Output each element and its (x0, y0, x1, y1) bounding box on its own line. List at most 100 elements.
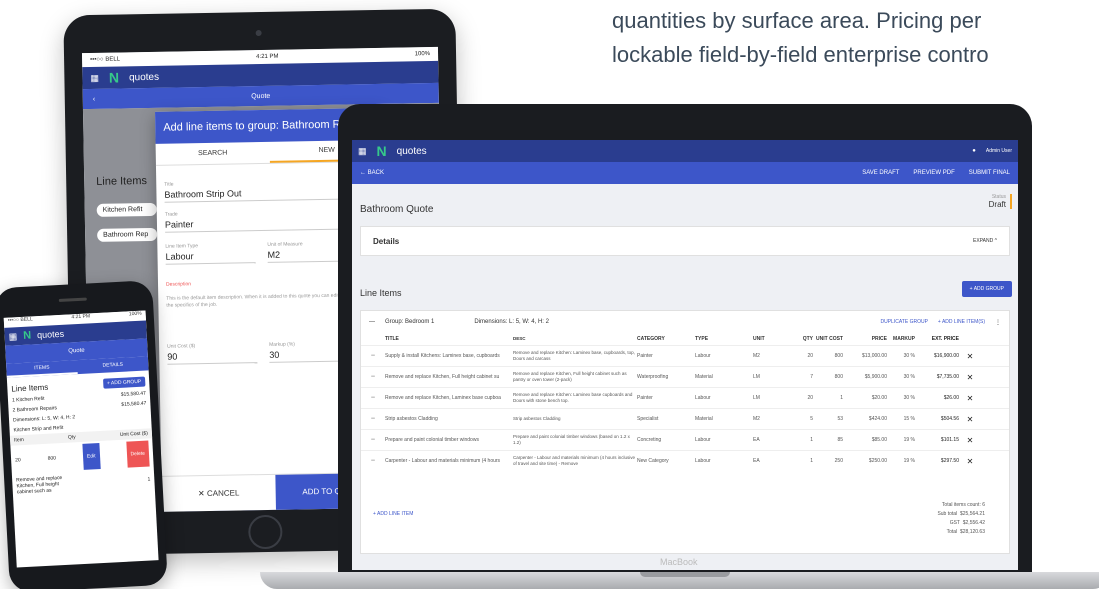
delete-row-icon[interactable]: ✕ (959, 394, 981, 403)
table-row[interactable]: ═ Prepare and paint colonial timber windo… (361, 429, 1009, 450)
phone-cost-value[interactable]: 800 (48, 455, 57, 461)
delete-row-icon[interactable]: ✕ (959, 373, 981, 382)
drag-handle-icon[interactable]: ═ (361, 353, 385, 359)
col-type[interactable]: TYPE (695, 336, 753, 342)
cell-markup[interactable]: 30 % (887, 374, 915, 380)
cell-qty[interactable]: 20 (781, 395, 813, 401)
cell-price: $250.00 (868, 458, 887, 464)
cell-qty[interactable]: 20 (781, 353, 813, 359)
add-line-item-button[interactable]: + ADD LINE ITEM (373, 511, 413, 517)
cell-markup[interactable]: 30 % (887, 395, 915, 401)
drag-handle-icon[interactable]: ═ (361, 374, 385, 380)
add-group-button[interactable]: + ADD GROUP (961, 281, 1012, 297)
grid-menu-icon[interactable]: ▦ (90, 72, 99, 83)
cell-title: Carpenter - Labour and materials minimum… (385, 458, 501, 464)
app-logo-icon: N (108, 69, 120, 86)
col-unit[interactable]: UNIT (753, 336, 781, 342)
cell-title: Supply & install Kitchens: Laminex base,… (385, 353, 500, 359)
cell-desc: Prepare and paint colonial timber window… (513, 434, 630, 445)
avatar[interactable]: ● (972, 148, 976, 154)
phone-add-group-button[interactable]: + ADD GROUP (102, 376, 146, 389)
col-desc[interactable]: DESC (513, 336, 637, 342)
cell-type: Material (695, 416, 713, 422)
unit-cost-field[interactable]: 90 (167, 350, 258, 365)
tab-search[interactable]: SEARCH (156, 142, 270, 165)
cell-qty[interactable]: 1 (781, 458, 813, 464)
cell-ext-price: $101.15 (940, 437, 959, 443)
cell-markup[interactable]: 15 % (887, 416, 915, 422)
duplicate-group-button[interactable]: DUPLICATE GROUP (880, 319, 927, 325)
grid-menu-icon[interactable]: ▦ (358, 146, 367, 157)
cell-unit-cost[interactable]: 800 (813, 374, 843, 380)
cell-markup[interactable]: 30 % (887, 353, 915, 359)
cell-unit: LM (753, 374, 760, 380)
back-chevron-icon[interactable]: ‹ (93, 95, 95, 102)
trade-field[interactable]: Painter (164, 216, 366, 233)
drag-handle-icon[interactable]: ═ (361, 458, 385, 464)
user-name[interactable]: Admin User (986, 148, 1012, 154)
table-row[interactable]: ═ Strip asbestos Cladding Strip asbestos C… (361, 408, 1009, 429)
tablet-group-row[interactable]: Bathroom Rep (97, 227, 158, 242)
preview-pdf-button[interactable]: PREVIEW PDF (913, 170, 954, 176)
table-row[interactable]: ═ Remove and replace Kitchen, Full height… (361, 366, 1009, 387)
col-markup[interactable]: MARKUP (887, 336, 915, 342)
type-select[interactable]: Labour (165, 250, 256, 265)
cell-desc: Remove and replace Kitchen: Laminex base… (513, 350, 635, 361)
delete-row-icon[interactable]: ✕ (959, 415, 981, 424)
cell-ext-price: $7,735.00 (936, 374, 959, 380)
cell-unit-cost[interactable]: 85 (813, 437, 843, 443)
cell-unit-cost[interactable]: 53 (813, 416, 843, 422)
grid-menu-icon[interactable]: ▦ (8, 331, 17, 342)
drag-handle-icon[interactable]: ═ (361, 416, 385, 422)
col-ext-price[interactable]: EXT. PRICE (915, 336, 959, 342)
drag-handle-icon[interactable]: ═ (361, 437, 385, 443)
phone-item-qty[interactable]: 1 (147, 476, 150, 482)
delete-row-icon[interactable]: ✕ (959, 352, 981, 361)
cell-unit-cost[interactable]: 250 (813, 458, 843, 464)
details-panel[interactable]: Details EXPAND ^ (360, 226, 1010, 256)
cell-qty[interactable]: 7 (781, 374, 813, 380)
group-card: — Group: Bedroom 1 Dimensions: L: 5, W: … (360, 310, 1010, 554)
cell-markup[interactable]: 19 % (887, 458, 915, 464)
cell-unit: LM (753, 395, 760, 401)
cell-desc: Remove and replace Kitchen: Laminex base… (513, 392, 633, 403)
delete-row-icon[interactable]: ✕ (959, 457, 981, 466)
phone-qty-value[interactable]: 20 (15, 457, 21, 463)
expand-button[interactable]: EXPAND ^ (973, 238, 997, 244)
col-unit-cost[interactable]: UNIT COST (813, 336, 843, 342)
delete-row-icon[interactable]: ✕ (959, 436, 981, 445)
laptop-screen: ▦ N quotes ● Admin User ← BACK SAVE DRAF… (352, 140, 1018, 570)
cancel-button[interactable]: ✕ CANCEL (161, 475, 276, 512)
cell-unit-cost[interactable]: 800 (813, 353, 843, 359)
table-row[interactable]: ═ Carpenter - Labour and materials minimu… (361, 450, 1009, 471)
table-row[interactable]: ═ Supply & install Kitchens: Laminex base… (361, 345, 1009, 366)
title-field[interactable]: Bathroom Strip Out (164, 186, 365, 203)
cell-ext-price: $26.00 (943, 395, 959, 401)
save-draft-button[interactable]: SAVE DRAFT (862, 170, 899, 176)
cell-title: Prepare and paint colonial timber window… (385, 437, 479, 443)
cell-price: $20.00 (871, 395, 887, 401)
more-vert-icon[interactable]: ⋮ (995, 319, 1001, 326)
collapse-icon[interactable]: — (369, 319, 375, 325)
col-category[interactable]: CATEGORY (637, 336, 695, 342)
cell-qty[interactable]: 5 (781, 416, 813, 422)
cell-unit-cost[interactable]: 1 (813, 395, 843, 401)
total-value: $28,120.63 (959, 529, 985, 535)
close-icon: ✕ (197, 489, 207, 499)
col-title[interactable]: TITLE (385, 336, 513, 342)
tablet-group-row[interactable]: Kitchen Refit (96, 202, 157, 217)
table-row[interactable]: ═ Remove and replace Kitchen, Laminex bas… (361, 387, 1009, 408)
type-field-label: Line Item Type (165, 243, 199, 250)
phone-delete-button[interactable]: Delete (125, 440, 150, 468)
drag-handle-icon[interactable]: ═ (361, 395, 385, 401)
tablet-carrier: •••○○ BELL (90, 56, 121, 64)
cell-qty[interactable]: 1 (781, 437, 813, 443)
back-button[interactable]: ← BACK (360, 170, 384, 176)
col-price[interactable]: PRICE (843, 336, 887, 342)
cell-markup[interactable]: 19 % (887, 437, 915, 443)
submit-final-button[interactable]: SUBMIT FINAL (969, 170, 1010, 176)
phone-edit-button[interactable]: Edit (82, 443, 101, 470)
phone-time: 4:21 PM (71, 313, 91, 321)
add-line-items-button[interactable]: + ADD LINE ITEM(S) (938, 319, 985, 325)
col-qty[interactable]: QTY (781, 336, 813, 342)
